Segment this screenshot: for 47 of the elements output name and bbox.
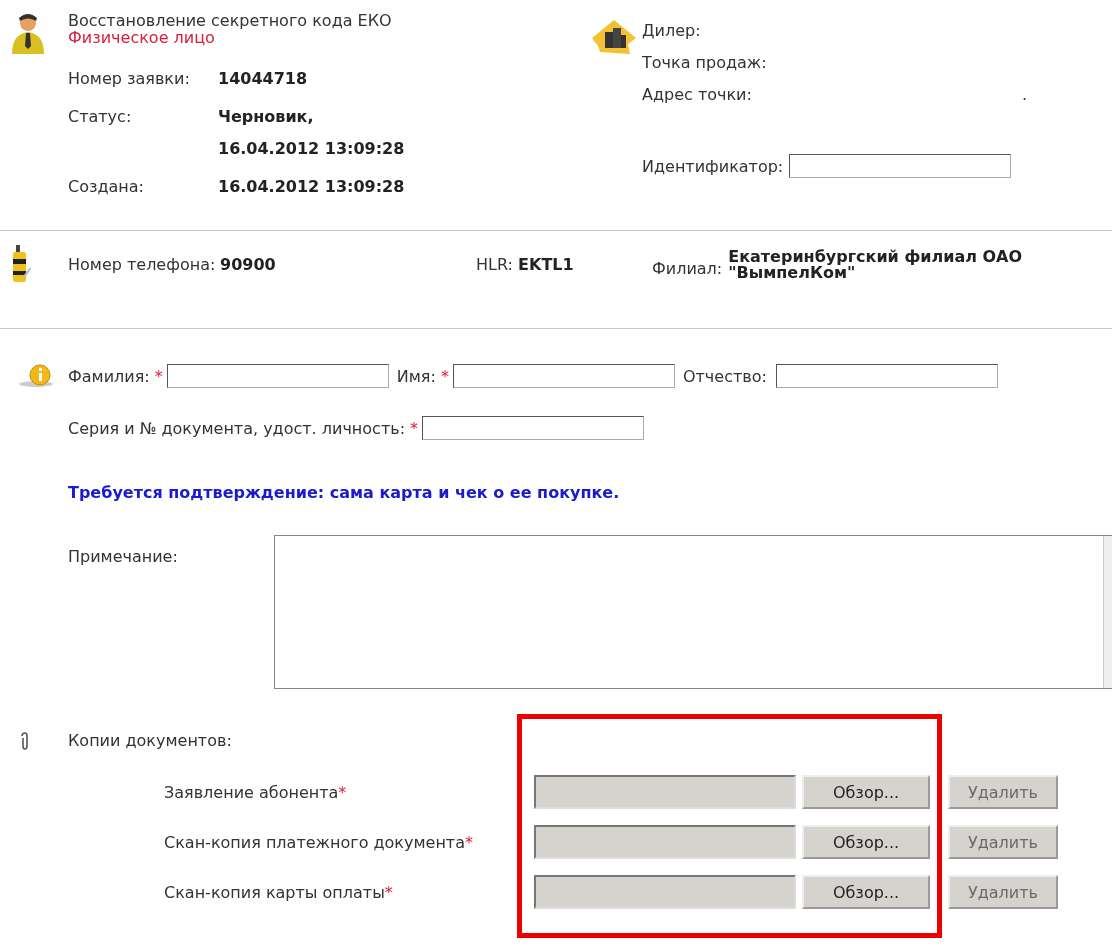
- field-value: 14044718: [218, 70, 309, 88]
- required-mark: *: [410, 418, 419, 438]
- field-value: .: [1022, 86, 1028, 104]
- field-value: HLR: EKTL1: [476, 255, 575, 275]
- field-label: Филиал:: [652, 259, 723, 279]
- field-label: Имя:: [396, 366, 437, 386]
- field-value: Черновик,: [218, 108, 315, 126]
- input-field[interactable]: [422, 416, 645, 440]
- browse-button[interactable]: Обзор...: [802, 775, 930, 809]
- required-mark: *: [440, 366, 449, 386]
- input-field[interactable]: [452, 364, 675, 388]
- field-label: Примечание:: [68, 547, 179, 568]
- required-mark: *: [465, 832, 473, 852]
- input-field[interactable]: [775, 364, 998, 388]
- field-label: Создана:: [68, 178, 145, 196]
- field-label: Дилер:: [642, 22, 702, 40]
- file-field[interactable]: [534, 775, 796, 809]
- field-value: 16.04.2012 13:09:28: [218, 178, 405, 196]
- file-label: Скан-копия платежного документа: [164, 832, 465, 852]
- field-label: Номер телефона:: [68, 255, 217, 275]
- field-label: Точка продаж:: [642, 54, 768, 72]
- required-mark: *: [338, 782, 347, 802]
- field-label: Идентификатор:: [642, 156, 784, 176]
- section-label: Копии документов:: [68, 731, 232, 751]
- paperclip-icon: [20, 732, 30, 750]
- file-field[interactable]: [534, 825, 796, 859]
- notice-text: Требуется подтверждение: сама карта и чек о ее покупке.: [67, 482, 621, 503]
- required-mark: *: [384, 882, 393, 902]
- file-label: Заявление абонента: [164, 782, 339, 802]
- field-label: Номер заявки:: [68, 70, 191, 88]
- browse-button[interactable]: Обзор...: [802, 825, 930, 859]
- field-value: Екатеринбургский филиал ОАО "ВымпелКом": [728, 249, 1024, 281]
- client-type: Физическое лицо: [68, 29, 215, 46]
- field-label: Отчество:: [682, 366, 768, 386]
- request-title: Восстановление секретного кода ЕКО: [68, 12, 393, 29]
- input-field[interactable]: [166, 364, 389, 388]
- field-value: 16.04.2012 13:09:28: [218, 140, 405, 158]
- file-label: Скан-копия карты оплаты: [164, 882, 385, 902]
- input-field[interactable]: [789, 154, 1012, 178]
- file-field[interactable]: [534, 875, 796, 909]
- field-label: Адрес точки:: [642, 86, 753, 104]
- field-label: Фамилия:: [68, 366, 151, 386]
- field-label: Статус:: [68, 108, 133, 128]
- field-value: 90900: [220, 255, 277, 275]
- browse-button[interactable]: Обзор...: [802, 875, 930, 909]
- field-label: Серия и № документа, удост. личность:: [68, 418, 407, 438]
- required-mark: *: [154, 366, 163, 386]
